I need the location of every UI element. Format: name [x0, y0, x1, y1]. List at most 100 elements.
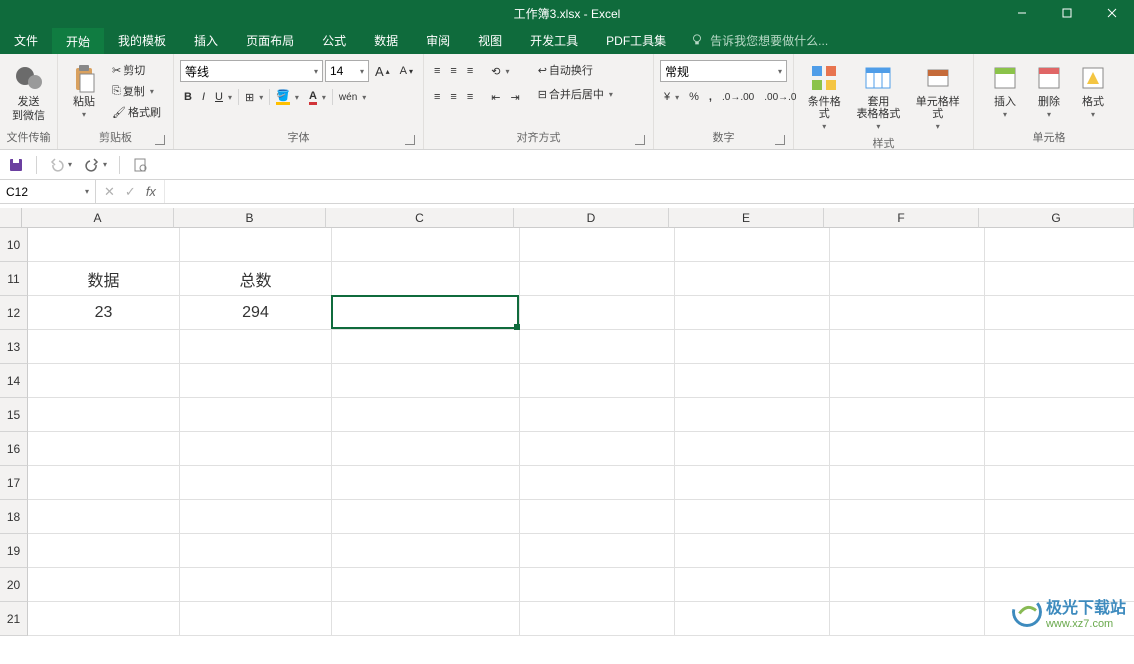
copy-button[interactable]: ⎘复制▾ [108, 81, 165, 101]
cell[interactable] [28, 534, 180, 568]
comma-style-button[interactable]: , [705, 89, 716, 105]
cell[interactable] [985, 262, 1134, 296]
cell[interactable] [985, 432, 1134, 466]
cell[interactable] [675, 466, 830, 500]
column-header[interactable]: C [326, 208, 514, 228]
cell[interactable] [675, 602, 830, 636]
cancel-formula-button[interactable]: ✕ [104, 184, 115, 200]
decrease-font-button[interactable]: A▾ [396, 63, 417, 79]
cell[interactable] [675, 534, 830, 568]
cell[interactable] [520, 500, 675, 534]
cell[interactable] [332, 432, 520, 466]
decrease-indent-button[interactable]: ⇤ [487, 89, 504, 106]
cell[interactable] [28, 432, 180, 466]
cell[interactable] [332, 398, 520, 432]
font-color-button[interactable]: A▾ [305, 88, 330, 107]
cell[interactable] [332, 500, 520, 534]
enter-formula-button[interactable]: ✓ [125, 184, 136, 200]
align-top-button[interactable]: ≡ [430, 63, 444, 79]
cell[interactable] [675, 568, 830, 602]
cell[interactable] [985, 398, 1134, 432]
tab-data[interactable]: 数据 [360, 26, 412, 54]
cell[interactable] [675, 296, 830, 330]
tab-templates[interactable]: 我的模板 [104, 26, 180, 54]
send-to-wechat-button[interactable]: 发送 到微信 [8, 60, 49, 124]
cell[interactable] [675, 228, 830, 262]
dialog-launcher-icon[interactable] [635, 135, 645, 145]
tab-developer[interactable]: 开发工具 [516, 26, 592, 54]
cell[interactable] [830, 534, 985, 568]
cell[interactable] [520, 398, 675, 432]
print-preview-button[interactable] [132, 157, 148, 173]
row-header[interactable]: 15 [0, 398, 28, 432]
cell[interactable] [332, 330, 520, 364]
cell[interactable]: 数据 [28, 262, 180, 296]
cell[interactable] [332, 364, 520, 398]
fx-button[interactable]: fx [146, 184, 156, 199]
font-name-combo[interactable]: 等线▾ [180, 60, 323, 82]
row-header[interactable]: 13 [0, 330, 28, 364]
cell[interactable] [180, 466, 332, 500]
cell[interactable] [830, 398, 985, 432]
cell[interactable] [520, 296, 675, 330]
increase-font-button[interactable]: A▴ [371, 62, 394, 81]
cell[interactable] [28, 228, 180, 262]
row-header[interactable]: 11 [0, 262, 28, 296]
row-header[interactable]: 17 [0, 466, 28, 500]
cell[interactable] [520, 330, 675, 364]
tab-file[interactable]: 文件 [0, 26, 52, 54]
cell[interactable] [180, 398, 332, 432]
phonetic-button[interactable]: wén▾ [335, 90, 370, 105]
cell[interactable] [180, 330, 332, 364]
column-header[interactable]: F [824, 208, 979, 228]
cell[interactable] [520, 364, 675, 398]
row-header[interactable]: 12 [0, 296, 28, 330]
border-button[interactable]: ⊞▾ [241, 89, 267, 106]
cell[interactable] [830, 228, 985, 262]
cell[interactable]: 23 [28, 296, 180, 330]
name-box[interactable]: C12▾ [0, 180, 96, 203]
tell-me-search[interactable]: 告诉我您想要做什么... [690, 26, 828, 54]
tab-pdf[interactable]: PDF工具集 [592, 26, 680, 54]
wrap-text-button[interactable]: ↩自动换行 [534, 60, 617, 80]
cell[interactable] [332, 602, 520, 636]
cell[interactable] [830, 262, 985, 296]
column-header[interactable]: G [979, 208, 1134, 228]
cell[interactable] [28, 466, 180, 500]
cell[interactable] [830, 432, 985, 466]
save-button[interactable] [8, 157, 24, 173]
minimize-button[interactable] [999, 0, 1044, 26]
cell[interactable] [675, 398, 830, 432]
row-header[interactable]: 10 [0, 228, 28, 262]
cut-button[interactable]: ✂剪切 [108, 60, 165, 80]
column-header[interactable]: A [22, 208, 174, 228]
row-header[interactable]: 16 [0, 432, 28, 466]
merge-center-button[interactable]: ⊟合并后居中▾ [534, 84, 617, 104]
increase-indent-button[interactable]: ⇥ [506, 89, 523, 106]
cell[interactable] [675, 364, 830, 398]
cell[interactable] [180, 568, 332, 602]
cell[interactable] [675, 262, 830, 296]
tab-insert[interactable]: 插入 [180, 26, 232, 54]
cell[interactable] [180, 228, 332, 262]
cell[interactable] [28, 364, 180, 398]
format-painter-button[interactable]: 🖌格式刷 [108, 102, 165, 122]
cell[interactable] [985, 466, 1134, 500]
cell[interactable] [520, 262, 675, 296]
cell[interactable] [830, 602, 985, 636]
cell[interactable] [28, 398, 180, 432]
cell[interactable] [520, 534, 675, 568]
cell[interactable] [180, 364, 332, 398]
increase-decimal-button[interactable]: .0→.00 [718, 90, 758, 105]
cell-styles-button[interactable]: 单元格样式▾ [908, 60, 967, 133]
cell[interactable] [332, 534, 520, 568]
cell[interactable] [830, 296, 985, 330]
cell[interactable] [180, 534, 332, 568]
cell[interactable] [985, 330, 1134, 364]
cell[interactable] [520, 602, 675, 636]
row-header[interactable]: 19 [0, 534, 28, 568]
cell[interactable] [675, 500, 830, 534]
align-bottom-button[interactable]: ≡ [463, 63, 477, 79]
cells-area[interactable]: 数据总数23294 [28, 228, 1134, 636]
redo-button[interactable]: ▾ [84, 157, 107, 173]
